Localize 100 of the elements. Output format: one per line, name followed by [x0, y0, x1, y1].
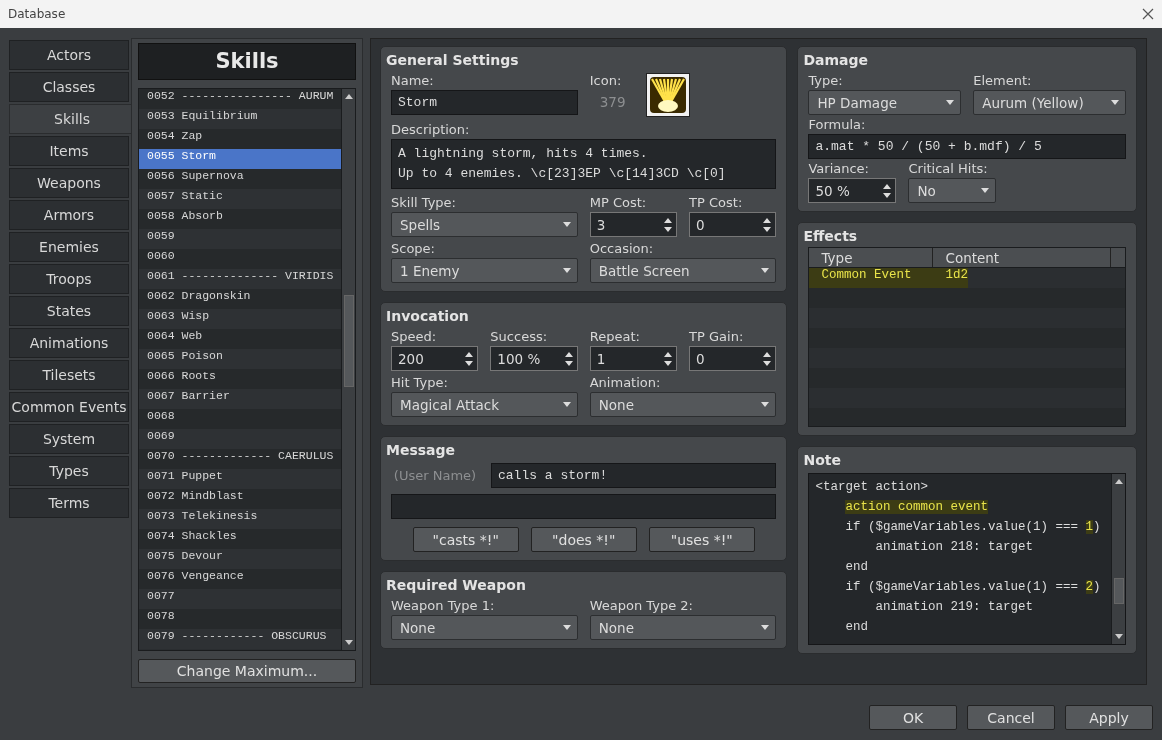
text-field[interactable]: Storm [391, 90, 578, 115]
dialog-button[interactable]: Apply [1065, 705, 1153, 730]
list-item[interactable]: 0065 Poison [139, 348, 341, 369]
preset-button[interactable]: "does *!" [530, 527, 637, 552]
number-spinner[interactable]: 3 [589, 212, 678, 237]
dropdown[interactable]: Aurum (Yellow) [973, 90, 1126, 115]
text-field[interactable] [391, 494, 777, 519]
dialog-button[interactable]: Cancel [967, 705, 1055, 730]
list-item[interactable]: 0063 Wisp [139, 308, 341, 329]
list-item[interactable]: 0060 [139, 248, 341, 269]
list-item[interactable]: 0064 Web [139, 328, 341, 349]
empty-row[interactable] [809, 308, 1125, 328]
category-tab[interactable]: Weapons [9, 168, 129, 198]
list-item[interactable]: 0068 [139, 408, 341, 429]
number-spinner[interactable]: 200 [391, 346, 479, 371]
list-item[interactable]: 0073 Telekinesis [139, 508, 341, 529]
number-spinner[interactable]: 50 % [808, 178, 897, 203]
field-label: Variance: [808, 160, 870, 178]
dropdown[interactable]: Magical Attack [391, 392, 578, 417]
dropdown[interactable]: Spells [391, 212, 578, 237]
table-cell: 1d2 [933, 268, 968, 288]
list-item[interactable]: 0072 Mindblast [139, 488, 341, 509]
number-spinner[interactable]: 0 [689, 212, 777, 237]
dropdown[interactable]: No [908, 178, 997, 203]
empty-row[interactable] [809, 388, 1125, 408]
dropdown[interactable]: Battle Screen [589, 258, 777, 283]
category-tab[interactable]: Tilesets [9, 360, 129, 390]
number-spinner[interactable]: 100 % [490, 346, 578, 371]
change-maximum-button[interactable]: Change Maximum... [138, 659, 356, 683]
list-item[interactable]: 0070 ------------- CAERULUS [139, 448, 341, 469]
list-item[interactable]: 0078 [139, 608, 341, 629]
list-item[interactable]: 0053 Equilibrium [139, 108, 341, 129]
list-item[interactable]: 0062 Dragonskin [139, 288, 341, 309]
number-spinner[interactable]: 0 [689, 346, 777, 371]
list-item[interactable]: 0071 Puppet [139, 468, 341, 489]
caret-icon [562, 625, 571, 630]
field-label: Scope: [391, 240, 436, 258]
field-label: TP Cost: [689, 194, 744, 212]
list-item[interactable]: 0052 ---------------- AURUM [139, 88, 341, 109]
field-label: Speed: [391, 328, 438, 346]
category-tab[interactable]: Troops [9, 264, 129, 294]
scroll-thumb[interactable] [343, 294, 354, 387]
dropdown[interactable]: 1 Enemy [391, 258, 578, 283]
category-tab[interactable]: Classes [9, 72, 129, 102]
column-header[interactable]: Content [933, 248, 1112, 267]
field-label: Description: [391, 121, 471, 139]
dropdown[interactable]: HP Damage [808, 90, 962, 115]
text-field[interactable]: a.mat * 50 / (50 + b.mdf) / 5 [808, 134, 1126, 159]
list-item[interactable]: 0067 Barrier [139, 388, 341, 409]
category-tab[interactable]: Items [9, 136, 129, 166]
category-tab[interactable]: Enemies [9, 232, 129, 262]
list-item[interactable]: 0076 Vengeance [139, 568, 341, 589]
field-label: Weapon Type 2: [589, 597, 694, 615]
category-tab[interactable]: Terms [9, 488, 129, 518]
preset-button[interactable]: "uses *!" [648, 527, 755, 552]
category-tab[interactable]: Common Events [9, 392, 129, 422]
panel-title: Message [386, 441, 457, 459]
field-label: Repeat: [589, 328, 641, 346]
dialog-button[interactable]: OK [869, 705, 957, 730]
list-item[interactable]: 0075 Devour [139, 548, 341, 569]
list-item[interactable]: 0057 Static [139, 188, 341, 209]
caret-icon [946, 100, 955, 105]
field-label: Type: [808, 72, 844, 90]
dropdown[interactable]: None [589, 615, 777, 640]
list-header: Skills [138, 43, 356, 80]
list-item[interactable]: 0054 Zap [139, 128, 341, 149]
list-item[interactable]: 0074 Shackles [139, 528, 341, 549]
dropdown[interactable]: None [589, 392, 777, 417]
spin-arrows-icon [763, 217, 772, 232]
caret-icon [761, 625, 770, 630]
category-tab[interactable]: System [9, 424, 129, 454]
category-tab[interactable]: Animations [9, 328, 129, 358]
description-field[interactable]: A lightning storm, hits 4 times. Up to 4 enemies. \c[23]3EP \c[14]3CD \c[0] [391, 139, 777, 189]
caret-icon [1111, 100, 1119, 105]
field-label: Occasion: [589, 240, 655, 258]
number-spinner[interactable]: 1 [589, 346, 678, 371]
scrollbar[interactable] [341, 88, 355, 651]
list-item[interactable]: 0059 [139, 228, 341, 249]
table-cell: Common Event [809, 268, 934, 288]
list-item[interactable]: 0056 Supernova [139, 168, 341, 189]
category-tab[interactable]: Types [9, 456, 129, 486]
panel-title: Invocation [386, 307, 470, 325]
category-tab[interactable]: Armors [9, 200, 129, 230]
list-item[interactable]: 0066 Roots [139, 368, 341, 389]
list-item[interactable]: 0061 -------------- VIRIDIS [139, 268, 341, 289]
list-item[interactable]: 0058 Absorb [139, 208, 341, 229]
column-header[interactable]: Type [809, 248, 934, 267]
list-item[interactable]: 0079 ------------ OBSCURUS [139, 628, 341, 649]
list-item[interactable]: 0077 [139, 588, 341, 609]
text-field[interactable]: calls a storm! [491, 463, 777, 488]
user-name-label: (User Name) [392, 467, 478, 485]
list-item[interactable]: 0055 Storm [139, 148, 341, 169]
category-tab[interactable]: Actors [9, 40, 129, 70]
category-tab[interactable]: States [9, 296, 129, 326]
field-label: Skill Type: [391, 194, 457, 212]
caret-icon [562, 222, 571, 227]
preset-button[interactable]: "casts *!" [412, 527, 519, 552]
dropdown[interactable]: None [391, 615, 578, 640]
list-item[interactable]: 0069 [139, 428, 341, 449]
empty-row[interactable] [809, 348, 1125, 368]
